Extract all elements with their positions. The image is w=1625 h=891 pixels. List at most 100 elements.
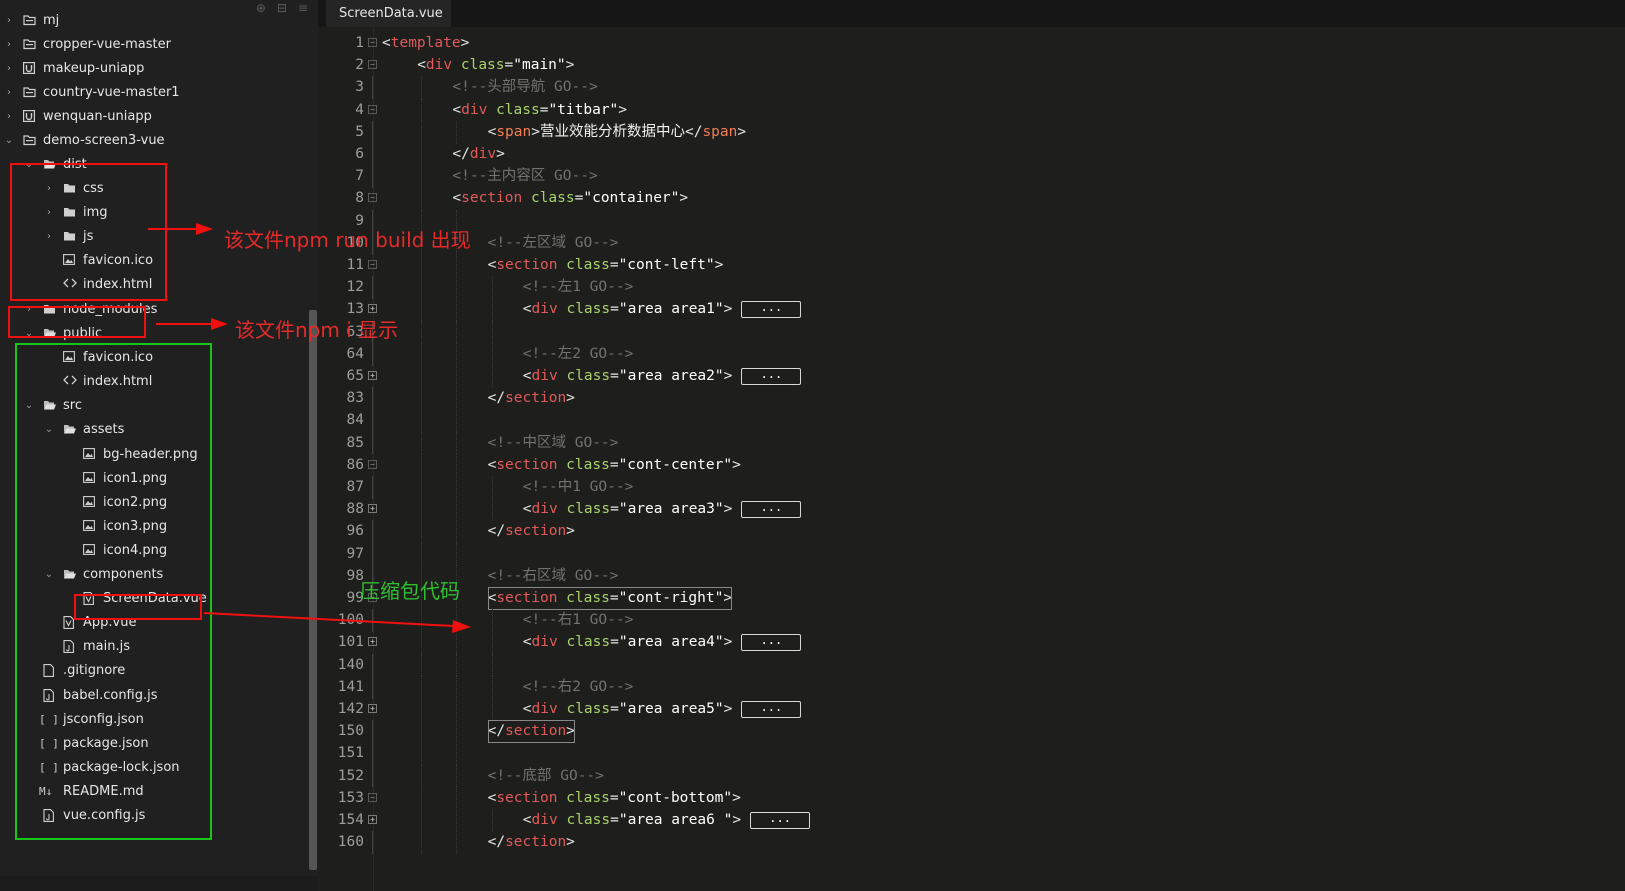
fold-expand-icon[interactable]: + [368, 704, 377, 713]
collapsed-region-button[interactable]: ... [741, 300, 802, 318]
tree-item[interactable]: ⌄ demo-screen3-vue [0, 128, 318, 153]
fold-expand-icon[interactable]: + [368, 371, 377, 380]
fold-expand-icon[interactable]: + [368, 815, 377, 824]
code-attribute-value: "area area1" [618, 301, 724, 318]
fold-expand-icon[interactable]: + [368, 504, 377, 514]
sidebar-scrollbar[interactable] [309, 310, 317, 870]
indent-guide [421, 320, 423, 344]
code-line[interactable]: 153− <section class="cont-bottom"> [318, 786, 1618, 810]
code-attribute-value: "area area2" [618, 368, 724, 384]
code-attribute-value: "area area6 " [618, 812, 733, 828]
code-line[interactable]: 83 </section> [318, 387, 1618, 410]
tab-screendata-vue[interactable]: ScreenData.vue [326, 0, 451, 27]
fold-expand-icon[interactable]: + [368, 637, 377, 647]
code-line[interactable]: 5 <span>营业效能分析数据中心</span> [318, 120, 1618, 144]
code-punctuation: > [531, 123, 540, 140]
chevron-right-icon[interactable]: › [2, 15, 16, 26]
code-line[interactable]: 96 </section> [318, 520, 1618, 544]
chevron-right-icon[interactable]: › [2, 111, 16, 122]
code-punctuation: = [610, 301, 619, 318]
code-line[interactable]: 150 </section> [318, 720, 1618, 743]
code-line[interactable]: 154 + <div class="area area6 ">... [318, 809, 1618, 832]
code-content: <section class="cont-center"> [488, 454, 741, 477]
collapsed-region-button[interactable]: ... [741, 633, 802, 651]
code-attribute-name: class [496, 101, 540, 118]
code-line[interactable]: 87 <!--中1 GO--> [318, 476, 1618, 499]
code-punctuation: < [452, 190, 462, 207]
code-attribute-name: class [566, 501, 611, 518]
code-line[interactable]: 7 <!--主内容区 GO--> [318, 165, 1618, 188]
code-punctuation [522, 190, 531, 206]
collapsed-region-button[interactable]: ... [741, 500, 802, 518]
fold-collapse-icon[interactable]: − [368, 38, 377, 47]
code-line[interactable]: 85 <!--中区域 GO--> [318, 431, 1618, 455]
collapsed-region-button[interactable]: ... [741, 367, 802, 385]
fold-expand-icon[interactable]: + [368, 304, 377, 314]
code-line[interactable]: 99− <section class="cont-right"> [318, 587, 1618, 610]
code-line[interactable]: 3 <!--头部导航 GO--> [318, 76, 1618, 100]
fold-collapse-icon[interactable]: − [368, 193, 377, 203]
code-comment: <!--左2 GO--> [522, 345, 634, 362]
code-line[interactable]: 151 [318, 742, 1618, 766]
tree-item[interactable]: › country-vue-master1 [0, 80, 318, 105]
folder-outline-icon [23, 134, 36, 147]
indent-guide [421, 498, 423, 521]
editor-tab-bar: ScreenData.vue [318, 0, 1625, 27]
code-line[interactable]: 9 [318, 209, 1618, 233]
code-line[interactable]: 140 [318, 653, 1618, 677]
code-line[interactable]: 1− <template> [318, 32, 1618, 55]
code-punctuation: = [610, 368, 619, 384]
code-line[interactable]: 84 [318, 409, 1618, 433]
code-punctuation: > [723, 501, 733, 518]
code-line[interactable]: 88 + <div class="area area3">... [318, 498, 1618, 521]
code-line[interactable]: 141 <!--右2 GO--> [318, 675, 1618, 699]
code-line[interactable]: 63 [318, 320, 1618, 344]
code-line[interactable]: 101 + <div class="area area4">... [318, 631, 1618, 655]
code-line[interactable]: 97 [318, 542, 1618, 566]
code-comment: <!--中区域 GO--> [487, 434, 619, 451]
code-line[interactable]: 100 <!--右1 GO--> [318, 609, 1618, 632]
code-attribute-name: class [566, 368, 611, 384]
fold-collapse-icon[interactable]: − [368, 459, 377, 469]
collapsed-region-button[interactable]: ... [741, 700, 802, 718]
collapsed-region-button[interactable]: ... [750, 811, 811, 829]
code-line[interactable]: 86− <section class="cont-center"> [318, 453, 1618, 477]
code-line[interactable]: 2− <div class="main"> [318, 54, 1618, 77]
tree-item[interactable]: › makeup-uniapp [0, 56, 318, 81]
code-punctuation [557, 790, 566, 806]
line-number: 84 [346, 412, 364, 429]
chevron-right-icon[interactable]: › [2, 39, 16, 50]
tree-item[interactable]: › wenquan-uniapp [0, 104, 318, 129]
code-line[interactable]: 12 <!--左1 GO--> [318, 276, 1618, 299]
indent-guide [421, 76, 423, 100]
chevron-down-icon[interactable]: ⌄ [2, 135, 16, 146]
code-tag-name: section [461, 190, 523, 207]
code-line[interactable]: 142 + <div class="area area5">... [318, 698, 1618, 721]
code-tag-name: section [505, 834, 567, 851]
chevron-right-icon[interactable]: › [2, 63, 16, 74]
fold-collapse-icon[interactable]: − [368, 104, 377, 114]
code-line[interactable]: 98 <!--右区域 GO--> [318, 564, 1618, 588]
fold-collapse-icon[interactable]: − [368, 60, 377, 70]
code-line[interactable]: 6 </div> [318, 143, 1618, 166]
code-line[interactable]: 10 <!--左区域 GO--> [318, 231, 1618, 255]
code-line[interactable]: 160 </section> [318, 831, 1618, 854]
tree-item[interactable]: › mj [0, 8, 318, 33]
code-line[interactable]: 65 + <div class="area area2">... [318, 365, 1618, 388]
tree-item[interactable]: › cropper-vue-master [0, 32, 318, 57]
fold-collapse-icon[interactable]: − [368, 260, 377, 269]
chevron-right-icon[interactable]: › [2, 87, 16, 98]
code-line[interactable]: 64 <!--左2 GO--> [318, 342, 1618, 366]
indent-guide [421, 120, 423, 144]
code-line[interactable]: 152 <!--底部 GO--> [318, 764, 1618, 788]
code-line[interactable]: 4− <div class="titbar"> [318, 98, 1618, 122]
code-line[interactable]: 8− <section class="container"> [318, 187, 1618, 211]
code-content: <!--底部 GO--> [488, 765, 604, 788]
code-editor[interactable]: 1− <template> 2− <div class="main"> 3 <!--头部导… [318, 27, 1625, 891]
fold-collapse-icon[interactable]: − [368, 792, 377, 802]
code-attribute-name: class [566, 257, 610, 273]
fold-guide [372, 764, 373, 788]
code-line[interactable]: 13 + <div class="area area1">... [318, 298, 1618, 322]
code-line[interactable]: 11− <section class="cont-left"> [318, 254, 1618, 277]
code-content: <!--右2 GO--> [523, 676, 634, 699]
